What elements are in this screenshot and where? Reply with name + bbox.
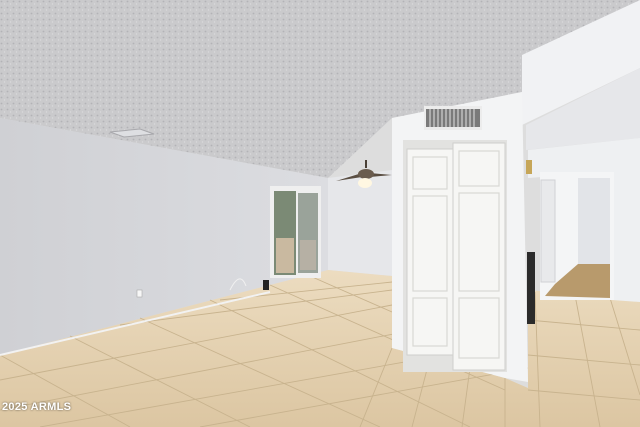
hallway-door	[540, 179, 556, 283]
sliding-glass-door-icon	[270, 186, 321, 278]
hallway-far-wall	[578, 178, 610, 266]
wall-vent-icon	[424, 106, 482, 130]
floor-device	[263, 280, 269, 290]
watermark-text: 2025 ARMLS	[2, 401, 72, 413]
trim	[526, 160, 532, 174]
room-scene	[0, 0, 640, 427]
closet-door-icon	[403, 140, 507, 372]
appliance-edge	[527, 252, 535, 324]
outlet-icon	[136, 289, 143, 298]
